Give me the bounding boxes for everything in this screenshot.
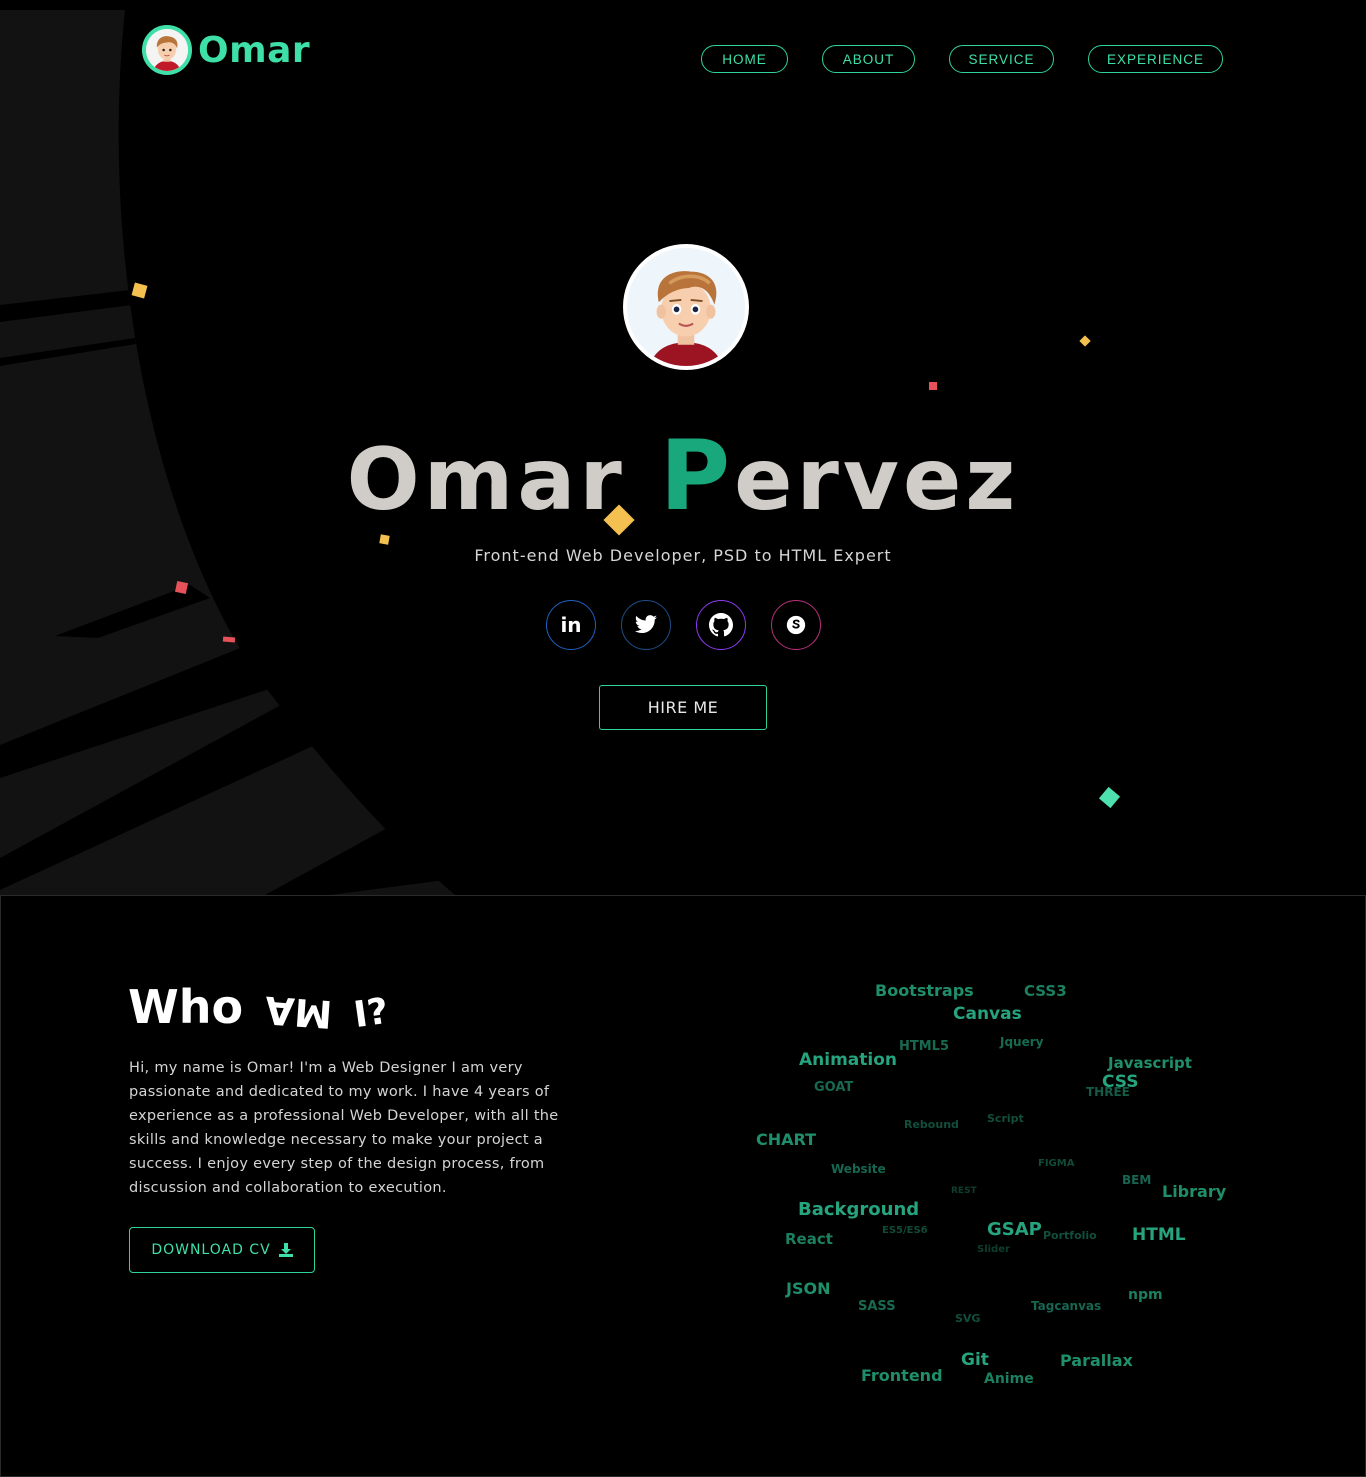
tag-item[interactable]: Animation	[799, 1050, 897, 1070]
tag-item[interactable]: ES5/ES6	[882, 1225, 928, 1236]
tag-item[interactable]: Slider	[977, 1244, 1010, 1255]
confetti	[222, 636, 236, 643]
hero-name-first: Omar	[346, 430, 626, 530]
hero-name-initial: P	[659, 420, 735, 532]
confetti	[379, 534, 390, 545]
tag-item[interactable]: Anime	[984, 1371, 1034, 1387]
linkedin-icon: in	[560, 613, 582, 637]
tag-item[interactable]: Portfolio	[1043, 1229, 1097, 1242]
linkedin-link[interactable]: in	[546, 600, 596, 650]
download-cv-button[interactable]: DOWNLOAD CV	[129, 1227, 315, 1273]
about-title-who: Who	[128, 980, 244, 1034]
tag-item[interactable]: Website	[831, 1162, 886, 1176]
tag-item[interactable]: Javascript	[1108, 1054, 1192, 1072]
tag-item[interactable]: FIGMA	[1038, 1158, 1074, 1169]
download-icon	[278, 1243, 293, 1257]
tag-item[interactable]: Bootstraps	[875, 981, 974, 1000]
tag-item[interactable]: Frontend	[861, 1366, 943, 1385]
tag-item[interactable]: Parallax	[1060, 1351, 1133, 1370]
hero-name: Omar Pervez	[0, 420, 1366, 532]
tag-item[interactable]: THREE	[1086, 1085, 1130, 1099]
tag-item[interactable]: CSS3	[1024, 982, 1067, 1000]
skype-link[interactable]	[771, 600, 821, 650]
tag-item[interactable]: BEM	[1122, 1173, 1151, 1187]
tag-item[interactable]: SVG	[955, 1312, 980, 1325]
tag-item[interactable]: HTML	[1132, 1225, 1186, 1245]
tag-item[interactable]: Canvas	[953, 1004, 1022, 1024]
about-paragraph: Hi, my name is Omar! I'm a Web Designer …	[129, 1060, 559, 1196]
confetti	[174, 580, 189, 595]
github-link[interactable]	[696, 600, 746, 650]
hero-section: Omar HOME ABOUT SERVICE EXPERIENCE Omar …	[0, 0, 1366, 895]
tag-item[interactable]: Library	[1162, 1182, 1226, 1201]
tag-item[interactable]: GOAT	[814, 1080, 853, 1095]
avatar-illustration-icon	[627, 248, 745, 366]
confetti	[929, 382, 937, 390]
tag-item[interactable]: Rebound	[904, 1118, 959, 1131]
nav-home[interactable]: HOME	[701, 45, 788, 73]
hire-me-button[interactable]: HIRE ME	[599, 685, 767, 730]
tag-item[interactable]: JSON	[786, 1279, 830, 1298]
hero-subtitle: Front-end Web Developer, PSD to HTML Exp…	[474, 546, 892, 565]
tag-item[interactable]: SASS	[858, 1299, 896, 1314]
skype-icon	[786, 615, 806, 635]
about-title: Who AM I?	[128, 980, 392, 1037]
nav-about[interactable]: ABOUT	[822, 45, 915, 73]
about-title-i: I?	[351, 990, 392, 1037]
hero-name-rest: ervez	[734, 430, 1020, 530]
tag-item[interactable]: CHART	[756, 1130, 816, 1149]
nav-experience[interactable]: EXPERIENCE	[1088, 45, 1223, 73]
twitter-link[interactable]	[621, 600, 671, 650]
tag-item[interactable]: Git	[961, 1350, 989, 1370]
tag-item[interactable]: Jquery	[1000, 1035, 1043, 1049]
main-nav: HOME ABOUT SERVICE EXPERIENCE	[0, 45, 1366, 73]
github-icon	[709, 613, 733, 637]
tag-item[interactable]: Background	[798, 1199, 919, 1220]
download-cv-label: DOWNLOAD CV	[151, 1242, 271, 1258]
social-links: in	[546, 600, 821, 650]
tag-item[interactable]: Script	[987, 1112, 1024, 1125]
tag-item[interactable]: React	[785, 1230, 833, 1248]
nav-service[interactable]: SERVICE	[949, 45, 1054, 73]
hero-avatar	[623, 244, 749, 370]
tag-item[interactable]: npm	[1128, 1287, 1163, 1303]
about-section: Who AM I? Hi, my name is Omar! I'm a Web…	[0, 895, 1366, 1477]
tag-item[interactable]: GSAP	[987, 1219, 1042, 1240]
tag-item[interactable]: Tagcanvas	[1031, 1299, 1101, 1313]
about-title-am: AM	[263, 987, 334, 1037]
twitter-icon	[635, 615, 657, 633]
tag-item[interactable]: REST	[951, 1186, 977, 1196]
skills-tag-cloud: Bootstraps CSS3 Canvas HTML5 Jquery Anim…	[741, 966, 1241, 1406]
tag-item[interactable]: HTML5	[899, 1039, 949, 1054]
